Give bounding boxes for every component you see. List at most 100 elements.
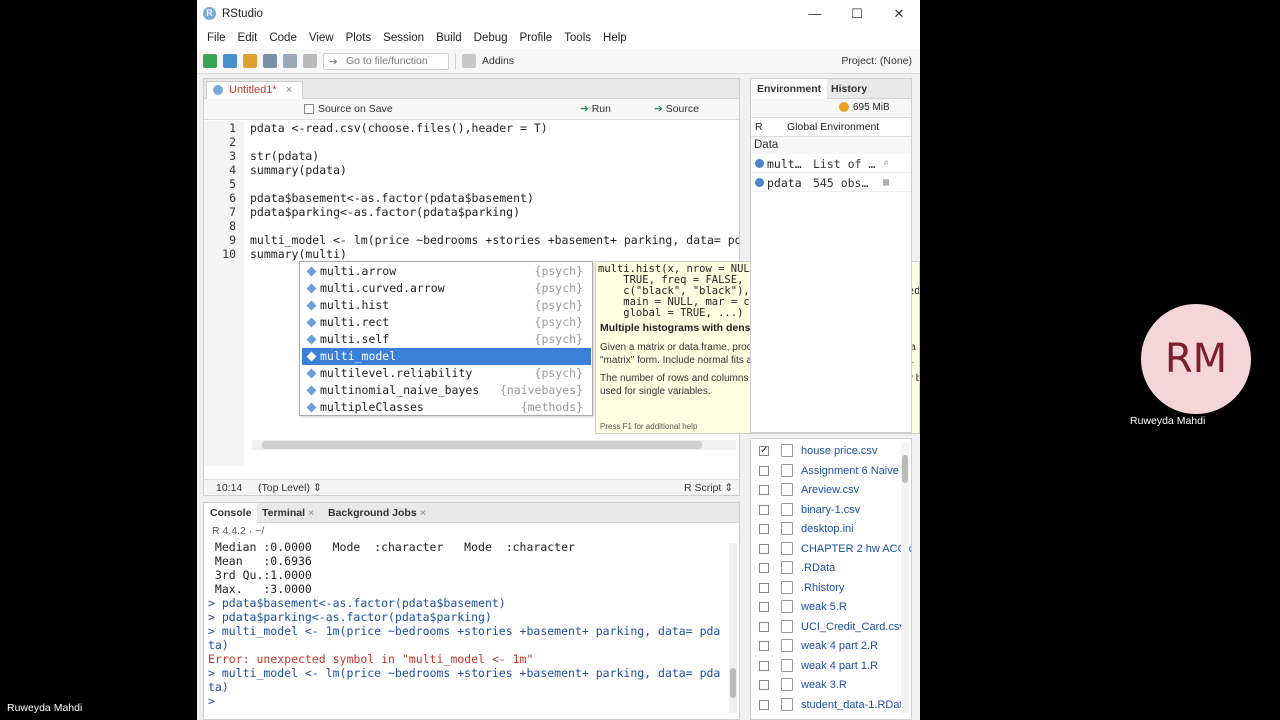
file-name-link[interactable]: house price.csv [801, 445, 877, 457]
file-name-link[interactable]: .RData [801, 562, 835, 574]
file-name-link[interactable]: .Rhistory [801, 582, 844, 594]
menu-tools[interactable]: Tools [558, 32, 597, 44]
completion-item[interactable]: multi.rect {psych} [302, 314, 591, 331]
file-checkbox[interactable] [759, 621, 769, 632]
completion-item[interactable]: multinomial_naive_bayes {naivebayes} [302, 382, 591, 399]
tab-background-jobs[interactable]: Background Jobs × [328, 503, 426, 523]
save-all-icon[interactable] [283, 54, 297, 68]
file-name-link[interactable]: Assignment 6 Naive [801, 465, 899, 477]
file-checkbox[interactable] [759, 582, 769, 593]
completion-item[interactable]: multipleClasses {methods} [302, 399, 591, 416]
completion-item[interactable]: multi.hist {psych} [302, 297, 591, 314]
file-row[interactable]: weak 4 part 2.R [751, 636, 901, 656]
file-row[interactable]: UCI_Credit_Card.csv [751, 617, 905, 637]
menu-code[interactable]: Code [263, 32, 303, 44]
scrollbar-thumb[interactable] [730, 668, 736, 698]
scope-selector[interactable]: Global Environment [787, 121, 879, 133]
menu-help[interactable]: Help [597, 32, 633, 44]
file-type-selector[interactable]: R Script ⇕ [684, 482, 733, 494]
file-checkbox[interactable] [759, 602, 769, 612]
new-project-icon[interactable] [223, 54, 237, 68]
file-row[interactable]: weak 4 part 1.R [751, 656, 901, 676]
file-row[interactable]: Assignment 6 Naive [751, 461, 901, 481]
autocomplete-list[interactable]: multi.arrow {psych} multi.curved.arrow {psy… [299, 261, 593, 416]
file-checkbox[interactable] [759, 680, 769, 690]
file-name-link[interactable]: CHAPTER 2 hw ACC.c [801, 543, 911, 555]
environment-row[interactable]: mult… List of … ⌕ [751, 154, 911, 173]
menu-session[interactable]: Session [377, 32, 430, 44]
file-checkbox[interactable] [759, 543, 769, 554]
minimize-button[interactable]: — [794, 0, 836, 27]
file-name-link[interactable]: Areview.csv [801, 484, 859, 496]
memory-usage[interactable]: 695 MiB [853, 102, 890, 113]
addins-menu[interactable]: Addins [482, 55, 514, 67]
menu-profile[interactable]: Profile [514, 32, 559, 44]
environment-row[interactable]: pdata 545 obs… ▦ [751, 173, 911, 192]
file-row[interactable]: .RData [751, 558, 901, 578]
source-on-save-checkbox[interactable] [304, 104, 314, 114]
menu-debug[interactable]: Debug [468, 32, 514, 44]
tab-untitled1[interactable]: Untitled1* × [206, 81, 304, 99]
file-checkbox[interactable] [759, 641, 769, 651]
console-output[interactable]: Median :0.0000 Mode :character Mode :cha… [208, 540, 728, 708]
console-scrollbar[interactable] [729, 543, 737, 713]
expand-icon[interactable] [755, 159, 764, 168]
file-checkbox[interactable] [759, 660, 769, 671]
maximize-button[interactable]: ☐ [836, 0, 878, 27]
menu-edit[interactable]: Edit [232, 32, 264, 44]
save-icon[interactable] [263, 54, 277, 68]
file-name-link[interactable]: weak 3.R [801, 679, 847, 691]
file-row[interactable]: desktop.ini [751, 519, 901, 539]
file-row[interactable]: weak 3.R [751, 675, 901, 695]
close-tab-icon[interactable]: × [286, 84, 292, 96]
goto-file-input[interactable]: ➔ Go to file/function [323, 52, 449, 70]
close-tab-icon[interactable]: × [308, 507, 314, 519]
completion-item[interactable]: multi.curved.arrow {psych} [302, 280, 591, 297]
close-button[interactable]: ✕ [878, 0, 920, 27]
file-row[interactable]: Areview.csv [751, 480, 901, 500]
print-icon[interactable] [303, 54, 317, 68]
menu-plots[interactable]: Plots [340, 32, 378, 44]
source-button[interactable]: ➔ Source [654, 103, 699, 115]
menu-file[interactable]: File [201, 32, 232, 44]
file-row[interactable]: student_data-1.RData [751, 695, 909, 715]
tab-environment[interactable]: Environment [751, 79, 828, 99]
file-name-link[interactable]: weak 4 part 1.R [801, 660, 878, 672]
scrollbar-thumb[interactable] [902, 455, 908, 483]
completion-item[interactable]: multi.arrow {psych} [302, 263, 591, 280]
open-file-icon[interactable] [243, 54, 257, 68]
file-name-link[interactable]: weak 5.R [801, 601, 847, 613]
close-tab-icon[interactable]: × [420, 507, 426, 519]
pane-layout-icon[interactable] [462, 54, 476, 68]
files-scrollbar[interactable] [901, 443, 909, 713]
file-row[interactable]: binary-1.csv [751, 500, 901, 520]
completion-item[interactable]: multi_model [302, 348, 591, 365]
file-checkbox[interactable] [759, 465, 769, 476]
file-checkbox[interactable] [759, 504, 769, 515]
menu-build[interactable]: Build [430, 32, 468, 44]
editor-horizontal-scrollbar[interactable] [252, 440, 736, 450]
file-checkbox[interactable]: ✓ [759, 446, 769, 456]
tab-console[interactable]: Console [204, 503, 258, 523]
tab-history[interactable]: History [825, 79, 873, 99]
expand-icon[interactable] [755, 178, 764, 187]
file-row[interactable]: ✓ house price.csv [751, 441, 901, 461]
file-name-link[interactable]: desktop.ini [801, 523, 854, 535]
file-name-link[interactable]: UCI_Credit_Card.csv [801, 621, 905, 633]
file-name-link[interactable]: binary-1.csv [801, 504, 860, 516]
menu-view[interactable]: View [303, 32, 340, 44]
file-name-link[interactable]: weak 4 part 2.R [801, 640, 878, 652]
run-button[interactable]: ➔ Run [580, 103, 611, 115]
file-row[interactable]: .Rhistory [751, 578, 901, 598]
tab-terminal[interactable]: Terminal × [262, 503, 314, 523]
scope-selector[interactable]: (Top Level) ⇕ [258, 482, 322, 494]
search-icon[interactable]: ⌕ [883, 158, 889, 169]
project-menu[interactable]: Project: (None) [841, 55, 912, 67]
scrollbar-thumb[interactable] [262, 441, 702, 449]
file-checkbox[interactable] [759, 485, 769, 495]
file-checkbox[interactable] [759, 563, 769, 573]
file-checkbox[interactable] [759, 699, 769, 710]
file-name-link[interactable]: student_data-1.RData [801, 699, 909, 711]
completion-item[interactable]: multilevel.reliability {psych} [302, 365, 591, 382]
language-selector[interactable]: R [755, 121, 763, 133]
